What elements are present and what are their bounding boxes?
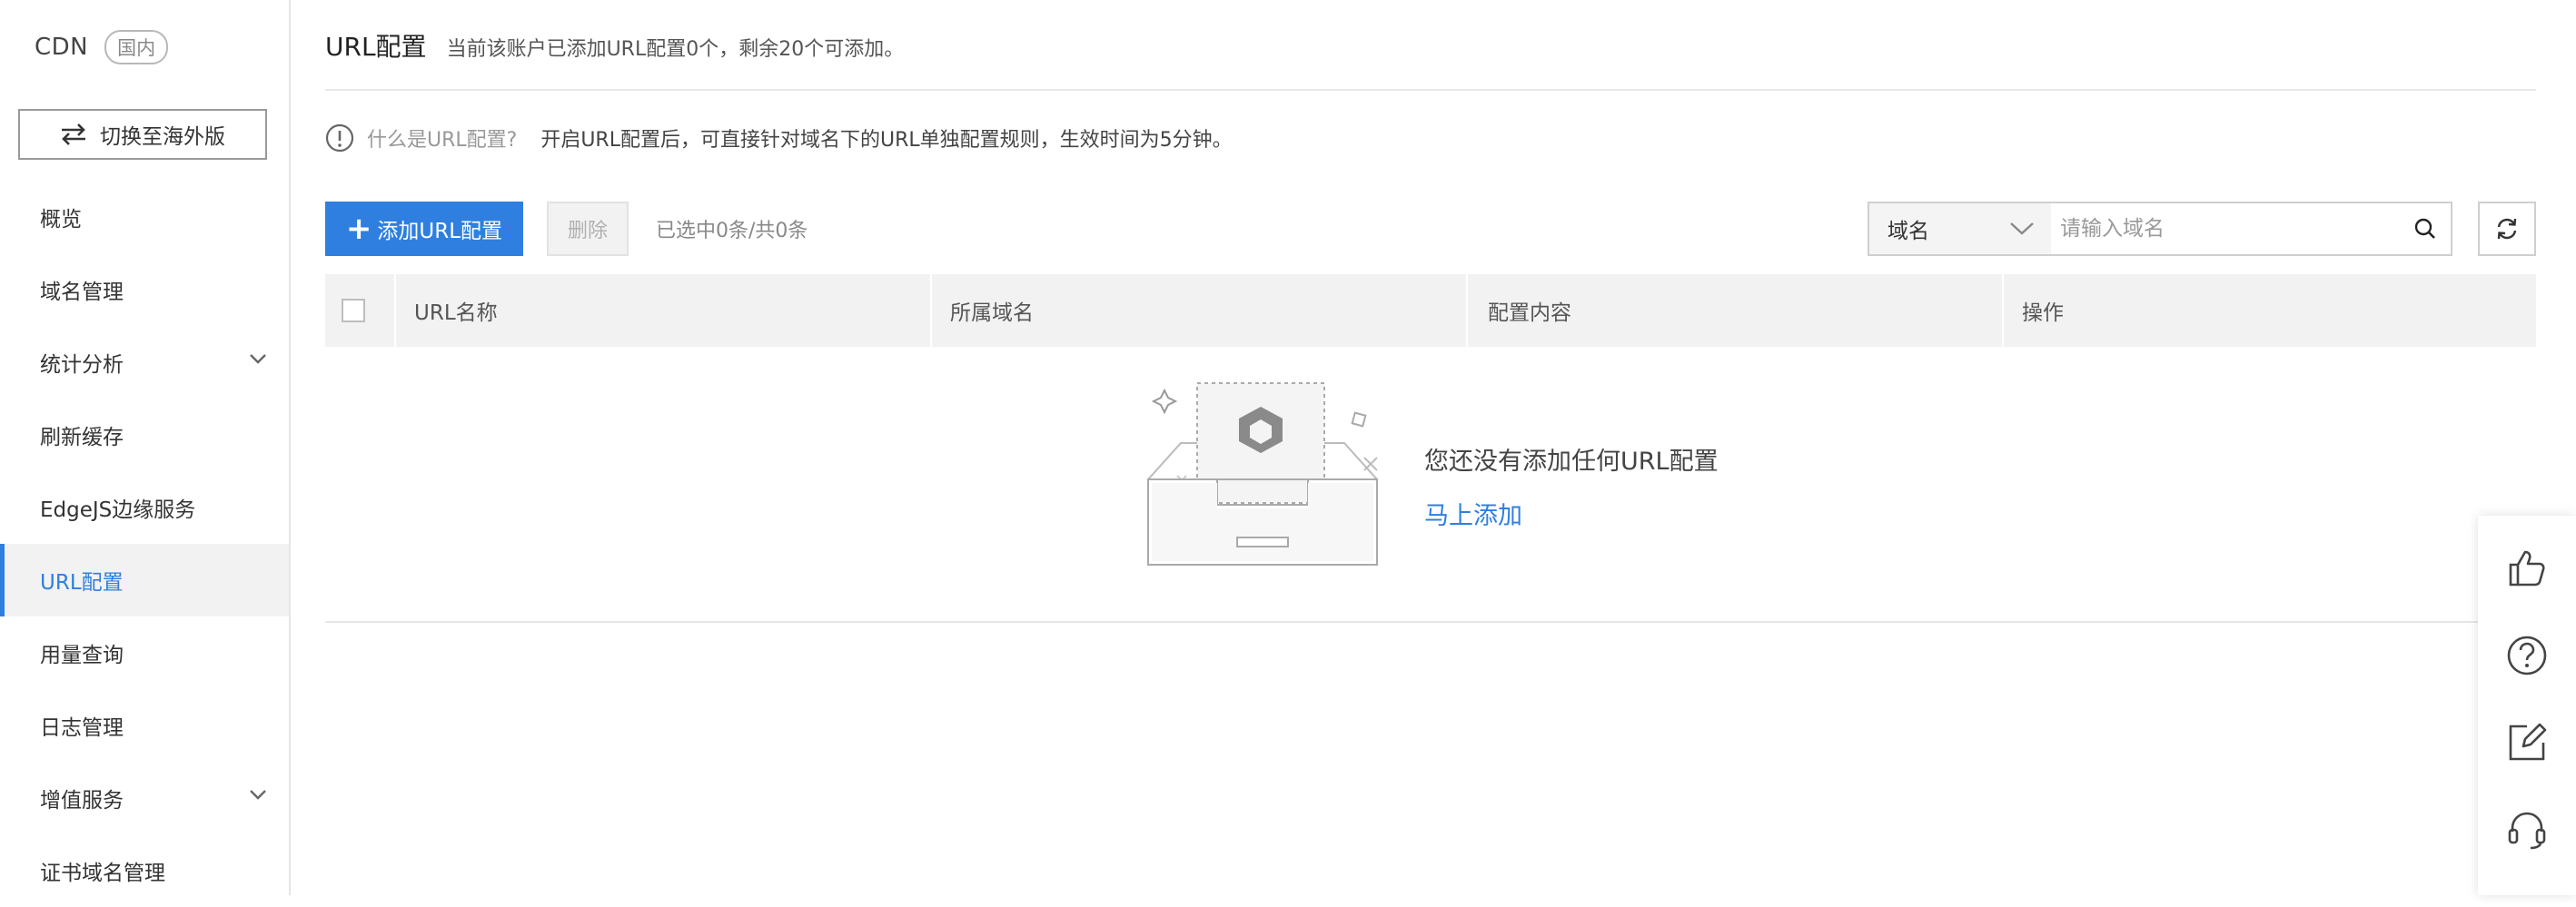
- add-url-config-button[interactable]: + 添加URL配置: [325, 202, 523, 256]
- selection-count: 已选中0条/共0条: [656, 220, 808, 242]
- empty-state-message: 您还没有添加任何URL配置: [1424, 448, 1719, 476]
- sidebar-item-label: 日志管理: [40, 716, 124, 740]
- page-title: URL配置: [325, 32, 427, 62]
- sidebar-item-domain-management[interactable]: 域名管理: [0, 253, 289, 326]
- plus-icon: +: [345, 211, 372, 247]
- headset-icon[interactable]: [2478, 786, 2576, 873]
- delete-button[interactable]: 删除: [547, 202, 629, 256]
- sidebar-item-label: 刷新缓存: [40, 426, 124, 449]
- refresh-button[interactable]: [2478, 202, 2536, 256]
- sidebar-item-edgejs[interactable]: EdgeJS边缘服务: [0, 471, 289, 544]
- info-question-link[interactable]: 什么是URL配置?: [367, 123, 517, 153]
- sidebar-item-label: 增值服务: [40, 789, 124, 813]
- sidebar-nav: 概览 域名管理 统计分析 刷新缓存 EdgeJS边缘服务 URL配置 用量查询 …: [0, 181, 289, 907]
- switch-region-button[interactable]: 切换至海外版: [18, 109, 267, 160]
- sidebar-item-label: EdgeJS边缘服务: [40, 498, 196, 522]
- sidebar: CDN 国内 切换至海外版 概览 域名管理 统计分析 刷新缓存 EdgeJS边缘…: [0, 0, 291, 895]
- chevron-down-icon: [2010, 222, 2034, 235]
- header-select-all: [325, 274, 396, 347]
- sidebar-item-label: 概览: [40, 208, 82, 232]
- empty-inbox-illustration: [1147, 382, 1378, 566]
- help-circle-icon[interactable]: [2478, 612, 2576, 699]
- sidebar-item-refresh-cache[interactable]: 刷新缓存: [0, 399, 289, 471]
- sidebar-item-url-config[interactable]: URL配置: [0, 544, 289, 616]
- sidebar-item-cert-domain-management[interactable]: 证书域名管理: [0, 834, 289, 907]
- sidebar-item-label: 统计分析: [40, 353, 124, 377]
- search-field-select[interactable]: 域名: [1869, 203, 2051, 254]
- sidebar-item-overview[interactable]: 概览: [0, 181, 289, 253]
- sidebar-item-log-management[interactable]: 日志管理: [0, 689, 289, 762]
- info-banner: 什么是URL配置? 开启URL配置后，可直接针对域名下的URL单独配置规则，生效…: [325, 123, 1233, 153]
- search-icon[interactable]: [2400, 203, 2451, 254]
- search-field-value: 域名: [1887, 220, 1929, 243]
- column-header-url-name: URL名称: [396, 274, 932, 347]
- page-subtitle: 当前该账户已添加URL配置0个，剩余20个可添加。: [446, 38, 905, 61]
- column-header-domain: 所属域名: [932, 274, 1468, 347]
- page-header: URL配置 当前该账户已添加URL配置0个，剩余20个可添加。: [325, 27, 904, 64]
- chevron-down-icon: [250, 354, 266, 364]
- floating-toolbar: [2478, 516, 2576, 895]
- column-header-action: 操作: [2022, 301, 2064, 325]
- edit-note-icon[interactable]: [2478, 699, 2576, 786]
- sidebar-item-label: 域名管理: [40, 281, 124, 304]
- refresh-icon: [2497, 218, 2517, 240]
- sidebar-item-value-added-services[interactable]: 增值服务: [0, 762, 289, 834]
- info-exclamation-icon: [325, 123, 354, 153]
- search-group: 域名: [1868, 202, 2452, 256]
- main-content: URL配置 当前该账户已添加URL配置0个，剩余20个可添加。 什么是URL配置…: [291, 0, 2536, 895]
- table-body-empty-state: 您还没有添加任何URL配置 马上添加: [325, 347, 2536, 623]
- swap-arrows-icon: [62, 123, 85, 145]
- table-header: URL名称 所属域名 配置内容 操作: [325, 274, 2536, 347]
- select-all-checkbox[interactable]: [342, 299, 365, 322]
- sidebar-item-statistics[interactable]: 统计分析: [0, 326, 289, 399]
- url-config-table: URL名称 所属域名 配置内容 操作 您还没有添加任何URL配置 马上添加: [325, 274, 2536, 623]
- switch-region-label: 切换至海外版: [100, 125, 225, 149]
- brand-name: CDN: [35, 34, 89, 61]
- add-url-config-label: 添加URL配置: [377, 220, 503, 243]
- toolbar: + 添加URL配置 删除 已选中0条/共0条 域名: [325, 202, 2536, 256]
- chevron-down-icon: [250, 790, 266, 800]
- sidebar-item-usage-query[interactable]: 用量查询: [0, 616, 289, 689]
- column-header-config-content: 配置内容: [1468, 274, 2004, 347]
- thumbs-up-icon[interactable]: [2478, 525, 2576, 612]
- sidebar-item-label: 用量查询: [40, 644, 124, 667]
- sidebar-item-label: 证书域名管理: [40, 862, 165, 885]
- search-input[interactable]: [2051, 203, 2400, 254]
- brand: CDN 国内: [35, 29, 169, 65]
- header-divider: [325, 89, 2536, 91]
- sidebar-item-label: URL配置: [40, 571, 124, 595]
- info-text: 开启URL配置后，可直接针对域名下的URL单独配置规则，生效时间为5分钟。: [540, 129, 1233, 152]
- region-badge: 国内: [104, 30, 169, 64]
- add-now-link[interactable]: 马上添加: [1424, 496, 1522, 531]
